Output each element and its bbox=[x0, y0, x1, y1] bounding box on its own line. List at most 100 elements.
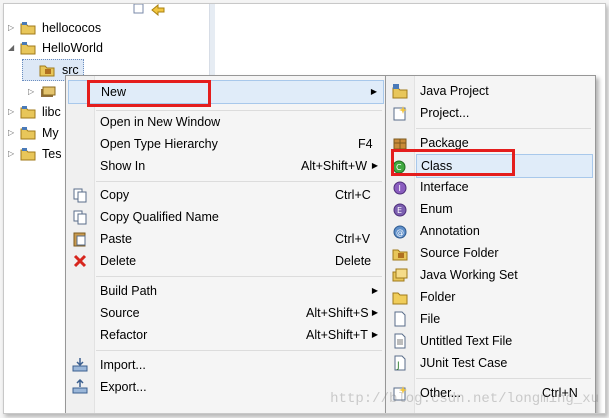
menu-item-shortcut: Alt+Shift+S bbox=[306, 306, 369, 320]
menu-separator bbox=[96, 181, 382, 182]
submenu-item-junit-test-case[interactable]: J JUnit Test Case bbox=[388, 352, 593, 374]
menu-item-shortcut: F4 bbox=[358, 137, 373, 151]
highlight-box-class bbox=[391, 149, 515, 176]
submenu-item-file[interactable]: File bbox=[388, 308, 593, 330]
paste-icon bbox=[72, 231, 88, 247]
svg-text:E: E bbox=[397, 206, 402, 215]
submenu-item-enum[interactable]: E Enum bbox=[388, 198, 593, 220]
new-submenu: Java Project Project... Package C Class … bbox=[385, 75, 596, 413]
menu-item-label: Paste bbox=[100, 232, 132, 246]
collapsed-arrow-icon[interactable]: ▷ bbox=[28, 82, 38, 102]
menu-item-label: Export... bbox=[100, 380, 147, 394]
source-folder-icon bbox=[392, 245, 408, 261]
svg-text:J: J bbox=[396, 361, 400, 371]
menu-item-open-type-hierarchy[interactable]: Open Type Hierarchy F4 bbox=[68, 133, 384, 155]
copy-qualified-icon bbox=[72, 209, 88, 225]
menu-item-copy-qualified-name[interactable]: Copy Qualified Name bbox=[68, 206, 384, 228]
menu-item-shortcut: Ctrl+V bbox=[335, 232, 371, 246]
menu-separator bbox=[96, 350, 382, 351]
menu-item-label: Java Project bbox=[420, 84, 489, 98]
project-icon bbox=[392, 105, 408, 121]
menu-item-build-path[interactable]: Build Path ▶ bbox=[68, 280, 384, 302]
folder-icon bbox=[392, 289, 408, 305]
menu-item-label: Interface bbox=[420, 180, 469, 194]
menu-item-label: Java Working Set bbox=[420, 268, 518, 282]
menu-item-source[interactable]: Source Alt+Shift+S ▶ bbox=[68, 302, 384, 324]
library-icon bbox=[40, 85, 56, 99]
tree-item-label: libc bbox=[42, 105, 61, 119]
menu-item-refactor[interactable]: Refactor Alt+Shift+T ▶ bbox=[68, 324, 384, 346]
menu-item-label: Folder bbox=[420, 290, 456, 304]
submenu-item-java-working-set[interactable]: Java Working Set bbox=[388, 264, 593, 286]
expanded-arrow-icon[interactable]: ◢ bbox=[8, 38, 18, 58]
menu-item-copy[interactable]: Copy Ctrl+C bbox=[68, 184, 384, 206]
tree-item-label: Tes bbox=[42, 147, 62, 161]
submenu-item-folder[interactable]: Folder bbox=[388, 286, 593, 308]
menu-item-label: File bbox=[420, 312, 441, 326]
menu-item-label: Refactor bbox=[100, 328, 148, 342]
copy-icon bbox=[72, 187, 88, 203]
menu-item-label: Import... bbox=[100, 358, 146, 372]
source-package-icon bbox=[39, 63, 55, 77]
menu-separator bbox=[416, 128, 591, 129]
highlight-box-new bbox=[87, 80, 211, 107]
menu-item-label: Enum bbox=[420, 202, 453, 216]
menu-item-label: Build Path bbox=[100, 284, 157, 298]
tree-item-label: My bbox=[42, 126, 59, 140]
junit-icon: J bbox=[392, 355, 408, 371]
toolbar-icons bbox=[132, 4, 168, 16]
submenu-arrow-icon: ▶ bbox=[371, 161, 378, 170]
menu-item-shortcut: Ctrl+C bbox=[335, 188, 371, 202]
context-menu: New ▶ Open in New Window Open Type Hiera… bbox=[65, 75, 387, 413]
menu-item-delete[interactable]: Delete Delete bbox=[68, 250, 384, 272]
enum-icon: E bbox=[392, 201, 408, 217]
project-folder-icon bbox=[20, 105, 36, 119]
menu-item-label: Show In bbox=[100, 159, 146, 173]
delete-icon bbox=[72, 253, 88, 269]
file-icon bbox=[392, 311, 408, 327]
menu-item-import[interactable]: Import... bbox=[68, 354, 384, 376]
submenu-item-source-folder[interactable]: Source Folder bbox=[388, 242, 593, 264]
java-project-icon bbox=[392, 83, 408, 99]
menu-item-label: Open Type Hierarchy bbox=[100, 137, 218, 151]
menu-item-open-new-window[interactable]: Open in New Window bbox=[68, 111, 384, 133]
collapsed-arrow-icon[interactable]: ▷ bbox=[8, 123, 18, 143]
collapsed-arrow-icon[interactable]: ▷ bbox=[8, 18, 18, 38]
export-icon bbox=[72, 379, 88, 395]
eclipse-window: ▷ hellococos ◢ HelloWorld src ▷ ▷ libc ▷… bbox=[3, 3, 606, 414]
menu-item-label: Copy Qualified Name bbox=[100, 210, 219, 224]
watermark: http://blog.csdn.net/longming_xu bbox=[330, 391, 599, 407]
menu-item-label: Source bbox=[100, 306, 140, 320]
tree-item-label: HelloWorld bbox=[42, 41, 103, 55]
submenu-item-project[interactable]: Project... bbox=[388, 102, 593, 124]
collapsed-arrow-icon[interactable]: ▷ bbox=[8, 144, 18, 164]
working-set-icon bbox=[392, 267, 408, 283]
submenu-item-java-project[interactable]: Java Project bbox=[388, 80, 593, 102]
submenu-arrow-icon: ▶ bbox=[370, 87, 377, 96]
menu-item-label: Copy bbox=[100, 188, 130, 202]
menu-item-label: JUnit Test Case bbox=[420, 356, 508, 370]
menu-item-shortcut: Delete bbox=[335, 254, 372, 268]
menu-item-shortcut: Alt+Shift+T bbox=[306, 328, 368, 342]
menu-item-shortcut: Alt+Shift+W bbox=[301, 159, 367, 173]
text-file-icon bbox=[392, 333, 408, 349]
project-folder-icon bbox=[20, 126, 36, 140]
submenu-item-untitled-text-file[interactable]: Untitled Text File bbox=[388, 330, 593, 352]
menu-item-show-in[interactable]: Show In Alt+Shift+W ▶ bbox=[68, 155, 384, 177]
menu-item-paste[interactable]: Paste Ctrl+V bbox=[68, 228, 384, 250]
submenu-arrow-icon: ▶ bbox=[371, 330, 378, 339]
annotation-icon: @ bbox=[392, 223, 408, 239]
menu-item-label: Delete bbox=[100, 254, 137, 268]
menu-item-label: Project... bbox=[420, 106, 470, 120]
submenu-item-annotation[interactable]: @ Annotation bbox=[388, 220, 593, 242]
project-folder-icon bbox=[20, 41, 36, 55]
menu-item-label: Source Folder bbox=[420, 246, 499, 260]
menu-item-label: Untitled Text File bbox=[420, 334, 513, 348]
menu-item-label: Annotation bbox=[420, 224, 480, 238]
project-folder-icon bbox=[20, 21, 36, 35]
project-folder-icon bbox=[20, 147, 36, 161]
menu-item-label: Open in New Window bbox=[100, 115, 221, 129]
collapsed-arrow-icon[interactable]: ▷ bbox=[8, 102, 18, 122]
submenu-arrow-icon: ▶ bbox=[371, 286, 378, 295]
submenu-item-interface[interactable]: I Interface bbox=[388, 176, 593, 198]
